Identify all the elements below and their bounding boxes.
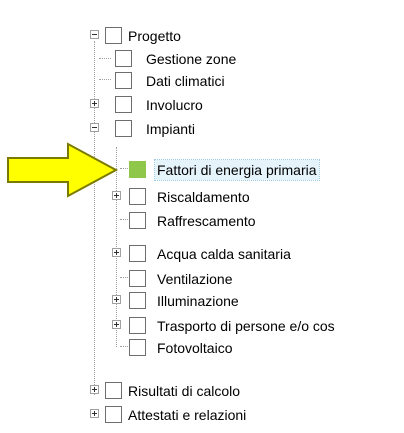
tree-item-checkbox[interactable]: [115, 120, 132, 137]
expand-icon[interactable]: [112, 320, 121, 329]
tree-item-checkbox[interactable]: [129, 212, 146, 229]
tree-item-acqua-calda-sanitaria[interactable]: Acqua calda sanitaria: [0, 242, 404, 266]
expand-icon[interactable]: [112, 248, 121, 257]
expand-icon[interactable]: [90, 409, 99, 418]
tree-item-raffrescamento[interactable]: Raffrescamento: [0, 209, 404, 233]
tree-item-checkbox[interactable]: [129, 270, 146, 287]
tree-item-illuminazione[interactable]: Illuminazione: [0, 289, 404, 313]
tree-item-label: Impianti: [146, 121, 196, 137]
tree-item-label: Fotovoltaico: [157, 340, 233, 356]
tree-item-label: Risultati di calcolo: [128, 383, 241, 399]
expand-icon[interactable]: [90, 99, 99, 108]
tree-item-checkbox[interactable]: [129, 317, 146, 334]
project-tree: Progetto Gestione zone Dati climatici In…: [0, 0, 404, 433]
tree-item-label: Involucro: [146, 97, 203, 113]
tree-item-label: Ventilazione: [157, 271, 233, 287]
tree-item-dati-climatici[interactable]: Dati climatici: [0, 69, 404, 93]
tree-item-checkbox[interactable]: [129, 292, 146, 309]
tree-item-involucro[interactable]: Involucro: [0, 93, 404, 117]
tree-item-label: Gestione zone: [146, 51, 237, 67]
tree-item-checkbox[interactable]: [129, 245, 146, 262]
tree-item-checkbox[interactable]: [115, 50, 132, 67]
tree-item-risultati-di-calcolo[interactable]: Risultati di calcolo: [0, 379, 404, 403]
tree-item-gestione-zone[interactable]: Gestione zone: [0, 47, 404, 71]
tree-item-impianti[interactable]: Impianti: [0, 117, 404, 141]
tree-item-checkbox[interactable]: [129, 188, 146, 205]
tree-item-checkbox[interactable]: [129, 339, 146, 356]
tree-item-label: Riscaldamento: [157, 189, 250, 205]
tree-item-checkbox[interactable]: [115, 72, 132, 89]
tree-item-checkbox[interactable]: [105, 406, 122, 423]
tree-item-label: Attestati e relazioni: [128, 407, 247, 423]
tree-item-label: Raffrescamento: [157, 213, 256, 229]
tree-item-label: Trasporto di persone e/o cos: [157, 318, 335, 334]
arrow-right-icon: [7, 142, 119, 198]
tree-item-fotovoltaico[interactable]: Fotovoltaico: [0, 336, 404, 360]
tree-item-label: Fattori di energia primaria: [154, 159, 320, 181]
expand-icon[interactable]: [112, 295, 121, 304]
tree-item-checkbox[interactable]: [129, 161, 146, 178]
expand-icon[interactable]: [90, 385, 99, 394]
tree-item-label: Progetto: [128, 28, 181, 44]
tree-item-progetto[interactable]: Progetto: [0, 24, 404, 48]
tree-item-trasporto-persone[interactable]: Trasporto di persone e/o cos: [0, 314, 404, 338]
collapse-icon[interactable]: [90, 30, 99, 39]
tree-item-checkbox[interactable]: [115, 96, 132, 113]
tree-item-ventilazione[interactable]: Ventilazione: [0, 267, 404, 291]
tree-item-checkbox[interactable]: [105, 27, 122, 44]
tree-item-checkbox[interactable]: [105, 382, 122, 399]
tree-item-label: Illuminazione: [157, 293, 239, 309]
tree-item-label: Dati climatici: [146, 73, 225, 89]
collapse-icon[interactable]: [90, 123, 99, 132]
tree-item-attestati-e-relazioni[interactable]: Attestati e relazioni: [0, 403, 404, 427]
tree-item-label: Acqua calda sanitaria: [157, 246, 291, 262]
